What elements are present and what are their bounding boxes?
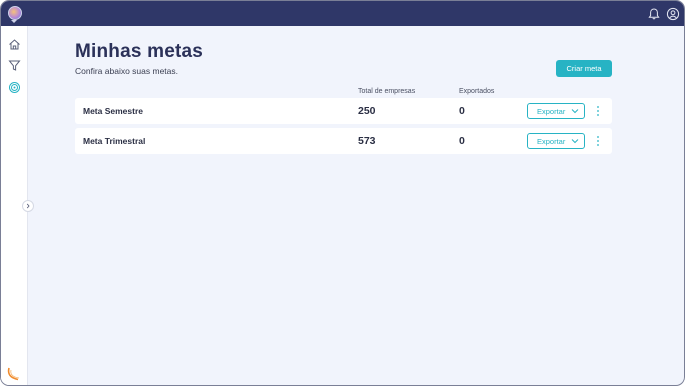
goal-total: 250 — [358, 105, 376, 117]
home-icon[interactable] — [8, 38, 21, 51]
app-window: Minhas metas Confira abaixo suas metas. … — [0, 0, 685, 386]
avatar-logo-icon[interactable] — [8, 6, 22, 20]
column-header-total: Total de empresas — [358, 88, 416, 95]
chevron-right-icon[interactable] — [22, 200, 34, 212]
brand-logo-icon — [7, 367, 20, 381]
page-subtitle: Confira abaixo suas metas. — [75, 66, 178, 76]
export-button[interactable]: Exportar — [527, 133, 585, 149]
export-label: Exportar — [537, 107, 566, 116]
bell-icon[interactable] — [647, 7, 661, 21]
more-options-icon[interactable] — [595, 135, 601, 147]
filter-icon[interactable] — [8, 59, 21, 72]
goal-row[interactable]: Meta Trimestral 573 0 Exportar — [75, 128, 612, 154]
chevron-down-icon — [571, 109, 579, 114]
export-label: Exportar — [537, 137, 566, 146]
chevron-down-icon[interactable] — [11, 20, 17, 23]
more-options-icon[interactable] — [595, 105, 601, 117]
export-button[interactable]: Exportar — [527, 103, 585, 119]
goal-exported: 0 — [459, 135, 465, 147]
column-header-exported: Exportados — [459, 88, 495, 95]
target-icon[interactable] — [8, 81, 21, 94]
goal-total: 573 — [358, 135, 376, 147]
goal-name: Meta Semestre — [83, 106, 144, 116]
chevron-down-icon — [571, 139, 579, 144]
goal-name: Meta Trimestral — [83, 136, 146, 146]
create-goal-button[interactable]: Criar meta — [556, 60, 612, 77]
goal-exported: 0 — [459, 105, 465, 117]
user-circle-icon[interactable] — [666, 7, 680, 21]
goal-row[interactable]: Meta Semestre 250 0 Exportar — [75, 98, 612, 124]
top-bar — [1, 1, 684, 26]
page-title: Minhas metas — [75, 41, 204, 62]
